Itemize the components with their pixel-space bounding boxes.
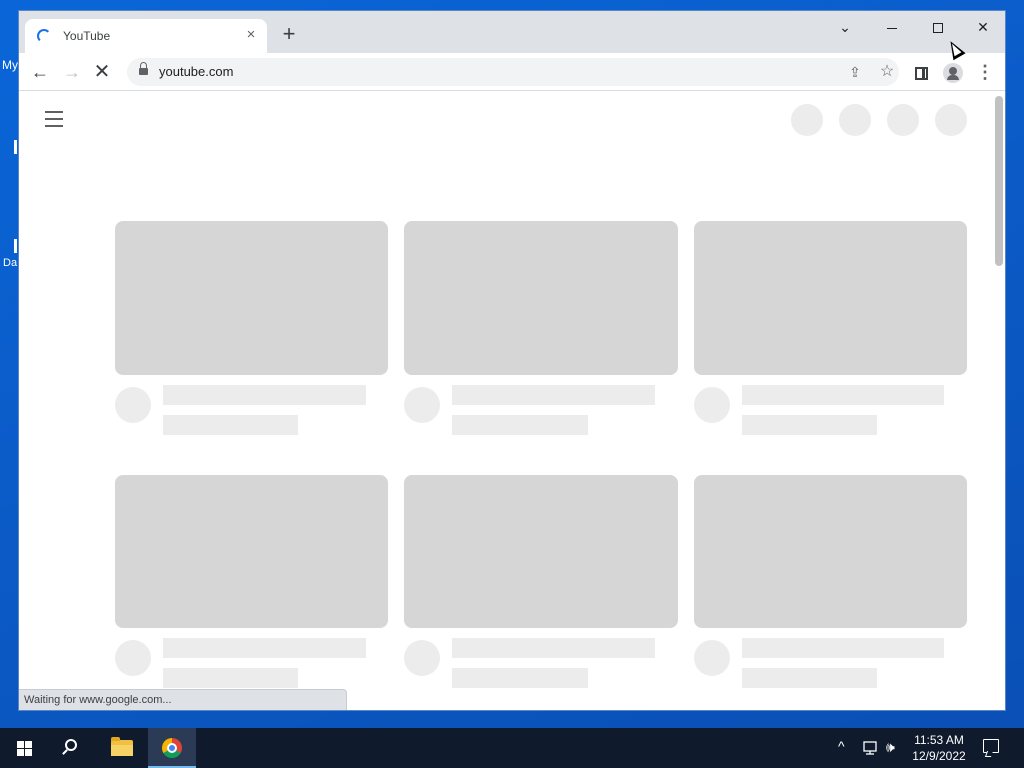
channel-avatar-placeholder bbox=[694, 387, 730, 423]
browser-menu-button[interactable]: ⋮ bbox=[973, 60, 997, 84]
desktop-icon-label[interactable]: Da bbox=[3, 257, 17, 269]
volume-icon[interactable]: 🕪 bbox=[886, 739, 895, 768]
clock-date: 12/9/2022 bbox=[912, 749, 966, 763]
video-placeholder-card bbox=[694, 475, 967, 695]
thumbnail-placeholder bbox=[404, 221, 678, 375]
title-placeholder bbox=[163, 638, 366, 658]
lock-icon[interactable] bbox=[139, 62, 148, 77]
desktop-icon-fragment[interactable] bbox=[14, 140, 17, 154]
close-window-button[interactable]: ✕ bbox=[968, 15, 998, 39]
windows-logo-icon bbox=[17, 741, 32, 756]
file-explorer-button[interactable] bbox=[98, 728, 146, 768]
thumbnail-placeholder bbox=[694, 475, 967, 628]
show-hidden-icons-button[interactable]: ^ bbox=[838, 738, 845, 768]
header-placeholder-circle bbox=[887, 104, 919, 136]
title-placeholder bbox=[452, 638, 655, 658]
maximize-button[interactable] bbox=[923, 15, 953, 39]
meta-placeholder bbox=[742, 415, 877, 435]
tab-youtube[interactable]: YouTube × bbox=[25, 19, 267, 53]
header-placeholder-circle bbox=[791, 104, 823, 136]
forward-button[interactable]: → bbox=[60, 60, 84, 84]
minimize-icon bbox=[887, 27, 897, 29]
meta-placeholder bbox=[742, 668, 877, 688]
page-scrollbar[interactable] bbox=[993, 91, 1005, 710]
minimize-button[interactable] bbox=[877, 15, 907, 39]
profile-icon bbox=[943, 63, 963, 84]
title-placeholder bbox=[452, 385, 655, 405]
scrollbar-thumb[interactable] bbox=[995, 96, 1003, 266]
meta-placeholder bbox=[163, 668, 298, 688]
video-placeholder-card bbox=[115, 221, 388, 441]
channel-avatar-placeholder bbox=[115, 387, 151, 423]
chrome-icon bbox=[162, 738, 182, 758]
channel-avatar-placeholder bbox=[115, 640, 151, 676]
meta-placeholder bbox=[452, 668, 588, 688]
meta-placeholder bbox=[163, 415, 298, 435]
thumbnail-placeholder bbox=[115, 221, 388, 375]
browser-toolbar: ← → ✕ youtube.com ⇪ ☆ ⋮ bbox=[19, 53, 1005, 91]
notification-center-icon[interactable] bbox=[983, 739, 999, 753]
title-placeholder bbox=[163, 385, 366, 405]
thumbnail-placeholder bbox=[694, 221, 967, 375]
side-panel-icon bbox=[914, 66, 928, 80]
title-bar[interactable]: YouTube × + ⌄ ✕ bbox=[19, 11, 1005, 53]
clock-time: 11:53 AM bbox=[914, 733, 964, 747]
thumbnail-placeholder bbox=[115, 475, 388, 628]
desktop-icon-fragment[interactable] bbox=[14, 239, 17, 253]
system-clock[interactable]: 11:53 AM 12/9/2022 bbox=[908, 732, 970, 764]
side-panel-button[interactable] bbox=[909, 60, 933, 84]
taskbar: ^ 🕪 11:53 AM 12/9/2022 bbox=[0, 728, 1024, 768]
title-placeholder bbox=[742, 385, 944, 405]
video-placeholder-card bbox=[404, 221, 678, 441]
desktop-icon-label[interactable]: My bbox=[2, 58, 18, 72]
channel-avatar-placeholder bbox=[694, 640, 730, 676]
chrome-taskbar-button[interactable] bbox=[148, 728, 196, 768]
new-tab-button[interactable]: + bbox=[277, 23, 301, 47]
profile-button[interactable] bbox=[941, 60, 965, 84]
browser-window: YouTube × + ⌄ ✕ ← → ✕ youtube.com ⇪ ☆ ⋮ bbox=[18, 10, 1006, 711]
page-content: Waiting for www.google.com... bbox=[19, 91, 1005, 710]
video-placeholder-card bbox=[694, 221, 967, 441]
share-button[interactable]: ⇪ bbox=[843, 60, 867, 84]
thumbnail-placeholder bbox=[404, 475, 678, 628]
maximize-icon bbox=[933, 23, 943, 34]
title-placeholder bbox=[742, 638, 944, 658]
tab-close-button[interactable]: × bbox=[243, 27, 259, 43]
url-text[interactable]: youtube.com bbox=[159, 64, 233, 79]
back-button[interactable]: ← bbox=[28, 60, 52, 84]
video-placeholder-card bbox=[404, 475, 678, 695]
header-placeholder-circle bbox=[935, 104, 967, 136]
tab-title: YouTube bbox=[63, 29, 111, 43]
hamburger-menu-icon[interactable] bbox=[45, 111, 63, 127]
channel-avatar-placeholder bbox=[404, 387, 440, 423]
video-placeholder-card bbox=[115, 475, 388, 695]
tab-search-button[interactable]: ⌄ bbox=[830, 15, 860, 39]
bookmark-star-button[interactable]: ☆ bbox=[875, 60, 899, 84]
address-bar[interactable]: youtube.com ⇪ ☆ bbox=[127, 58, 899, 86]
header-placeholder-circle bbox=[839, 104, 871, 136]
network-icon[interactable] bbox=[862, 739, 880, 757]
loading-spinner-icon bbox=[37, 29, 51, 43]
channel-avatar-placeholder bbox=[404, 640, 440, 676]
folder-icon bbox=[111, 737, 133, 756]
search-icon bbox=[65, 739, 77, 751]
taskbar-search-button[interactable] bbox=[48, 728, 96, 768]
stop-loading-button[interactable]: ✕ bbox=[90, 60, 114, 84]
status-bubble: Waiting for www.google.com... bbox=[19, 689, 347, 710]
start-button[interactable] bbox=[0, 728, 48, 768]
meta-placeholder bbox=[452, 415, 588, 435]
